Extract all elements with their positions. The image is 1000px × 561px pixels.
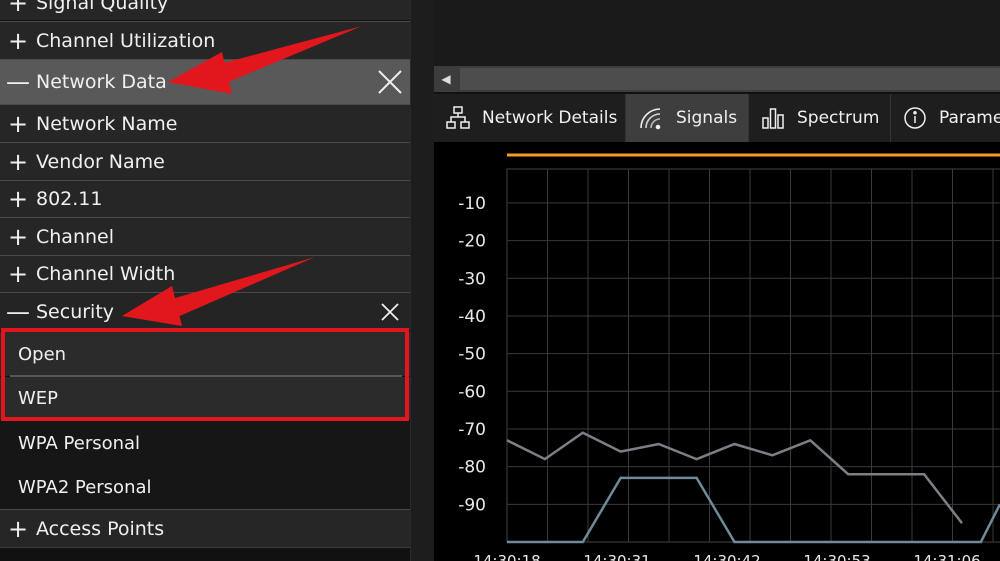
tab-parameters[interactable]: Parame	[891, 94, 1000, 142]
y-tick-label: -20	[458, 232, 486, 252]
option-divider	[10, 375, 402, 377]
filter-label: Network Name	[36, 112, 178, 135]
security-option-wpa2-personal[interactable]: WPA2 Personal	[0, 465, 410, 509]
filter-label: Access Points	[36, 517, 165, 540]
filter-label: Security	[36, 300, 115, 323]
filter-label: 802.11	[36, 188, 103, 210]
option-label: WPA Personal	[18, 432, 141, 454]
plus-icon: +	[7, 260, 29, 288]
filter-access-points[interactable]: + Access Points	[0, 509, 410, 547]
bar-chart-icon	[762, 108, 784, 129]
filter-label: Signal Quality	[36, 0, 169, 14]
signal-strength-chart: -10 -20 -30 -40 -50 -60 -70 -80 -90 14:30:18 14:30…	[458, 153, 1000, 561]
plus-icon: +	[7, 109, 29, 138]
filter-security[interactable]: — Security	[0, 292, 410, 330]
panel-footer	[0, 547, 410, 561]
security-option-wep[interactable]: WEP	[0, 377, 410, 419]
panel-splitter[interactable]	[410, 0, 434, 561]
y-tick-label: -80	[458, 458, 486, 478]
plus-icon: +	[7, 222, 29, 251]
x-tick-label: 14:30:53	[803, 552, 870, 561]
y-tick-label: -10	[458, 194, 486, 214]
main-area: ◀ Network Details Signals Spectrum Param…	[434, 0, 1000, 561]
series-line-1	[506, 431, 963, 524]
series-line-2	[507, 476, 1000, 544]
tab-network-details[interactable]: Network Details	[434, 94, 626, 142]
plus-icon: +	[7, 185, 29, 213]
filter-802-11[interactable]: + 802.11	[0, 180, 410, 217]
filter-channel-utilization[interactable]: + Channel Utilization	[0, 21, 410, 59]
x-tick-label: 14:31:06	[913, 552, 980, 561]
y-tick-label: -90	[458, 495, 486, 515]
plus-icon: +	[7, 514, 29, 543]
filter-label: Channel	[36, 225, 115, 248]
info-icon	[904, 107, 926, 129]
y-tick-label: -50	[458, 345, 486, 365]
security-option-wpa-personal[interactable]: WPA Personal	[0, 421, 410, 465]
y-tick-label: -30	[458, 269, 486, 289]
filter-network-name[interactable]: + Network Name	[0, 104, 410, 142]
x-tick-label: 14:30:31	[583, 552, 650, 561]
app-window: + Signal Quality + Channel Utilization —…	[0, 0, 1000, 561]
tab-signals[interactable]: Signals	[626, 94, 749, 142]
close-icon[interactable]	[370, 60, 410, 104]
filter-network-data[interactable]: — Network Data	[0, 59, 410, 104]
filter-vendor-name[interactable]: + Vendor Name	[0, 142, 410, 180]
tab-label: Spectrum	[797, 108, 880, 128]
horizontal-scrollbar[interactable]: ◀	[434, 66, 1000, 92]
plus-icon: +	[7, 26, 29, 55]
option-label: WEP	[18, 387, 59, 409]
close-icon[interactable]	[370, 293, 410, 330]
filter-label: Channel Width	[36, 263, 176, 285]
plus-icon: +	[7, 147, 29, 176]
x-tick-label: 14:30:18	[473, 552, 540, 561]
x-tick-label: 14:30:42	[693, 552, 760, 561]
y-tick-label: -60	[458, 382, 486, 402]
filter-channel[interactable]: + Channel	[0, 217, 410, 255]
tab-bar: Network Details Signals Spectrum Parame	[434, 92, 1000, 142]
minus-icon: —	[6, 297, 30, 326]
option-label: Open	[18, 343, 67, 365]
tab-spectrum[interactable]: Spectrum	[749, 94, 891, 142]
filter-channel-width[interactable]: + Channel Width	[0, 255, 410, 292]
security-option-open[interactable]: Open	[0, 332, 410, 376]
network-icon	[446, 106, 470, 129]
filter-label: Network Data	[36, 71, 167, 93]
scroll-thumb[interactable]	[460, 68, 1000, 90]
option-label: WPA2 Personal	[18, 476, 152, 498]
filter-panel: + Signal Quality + Channel Utilization —…	[0, 0, 410, 561]
scroll-left-icon[interactable]: ◀	[434, 66, 458, 92]
plus-icon: +	[7, 0, 29, 17]
minus-icon: —	[6, 68, 30, 96]
signals-chart: -10 -20 -30 -40 -50 -60 -70 -80 -90 14:30:18 14:30…	[434, 142, 1000, 561]
filter-label: Channel Utilization	[36, 29, 216, 52]
tab-label: Network Details	[482, 108, 618, 128]
tab-label: Signals	[676, 108, 738, 128]
y-tick-label: -40	[458, 307, 486, 327]
top-pane	[434, 0, 1000, 66]
plot-frame	[506, 168, 1000, 543]
filter-signal-quality[interactable]: + Signal Quality	[0, 0, 410, 20]
filter-label: Vendor Name	[36, 150, 165, 173]
wifi-signal-icon	[640, 108, 661, 130]
tab-label: Parame	[939, 108, 1000, 128]
y-tick-label: -70	[458, 420, 486, 440]
